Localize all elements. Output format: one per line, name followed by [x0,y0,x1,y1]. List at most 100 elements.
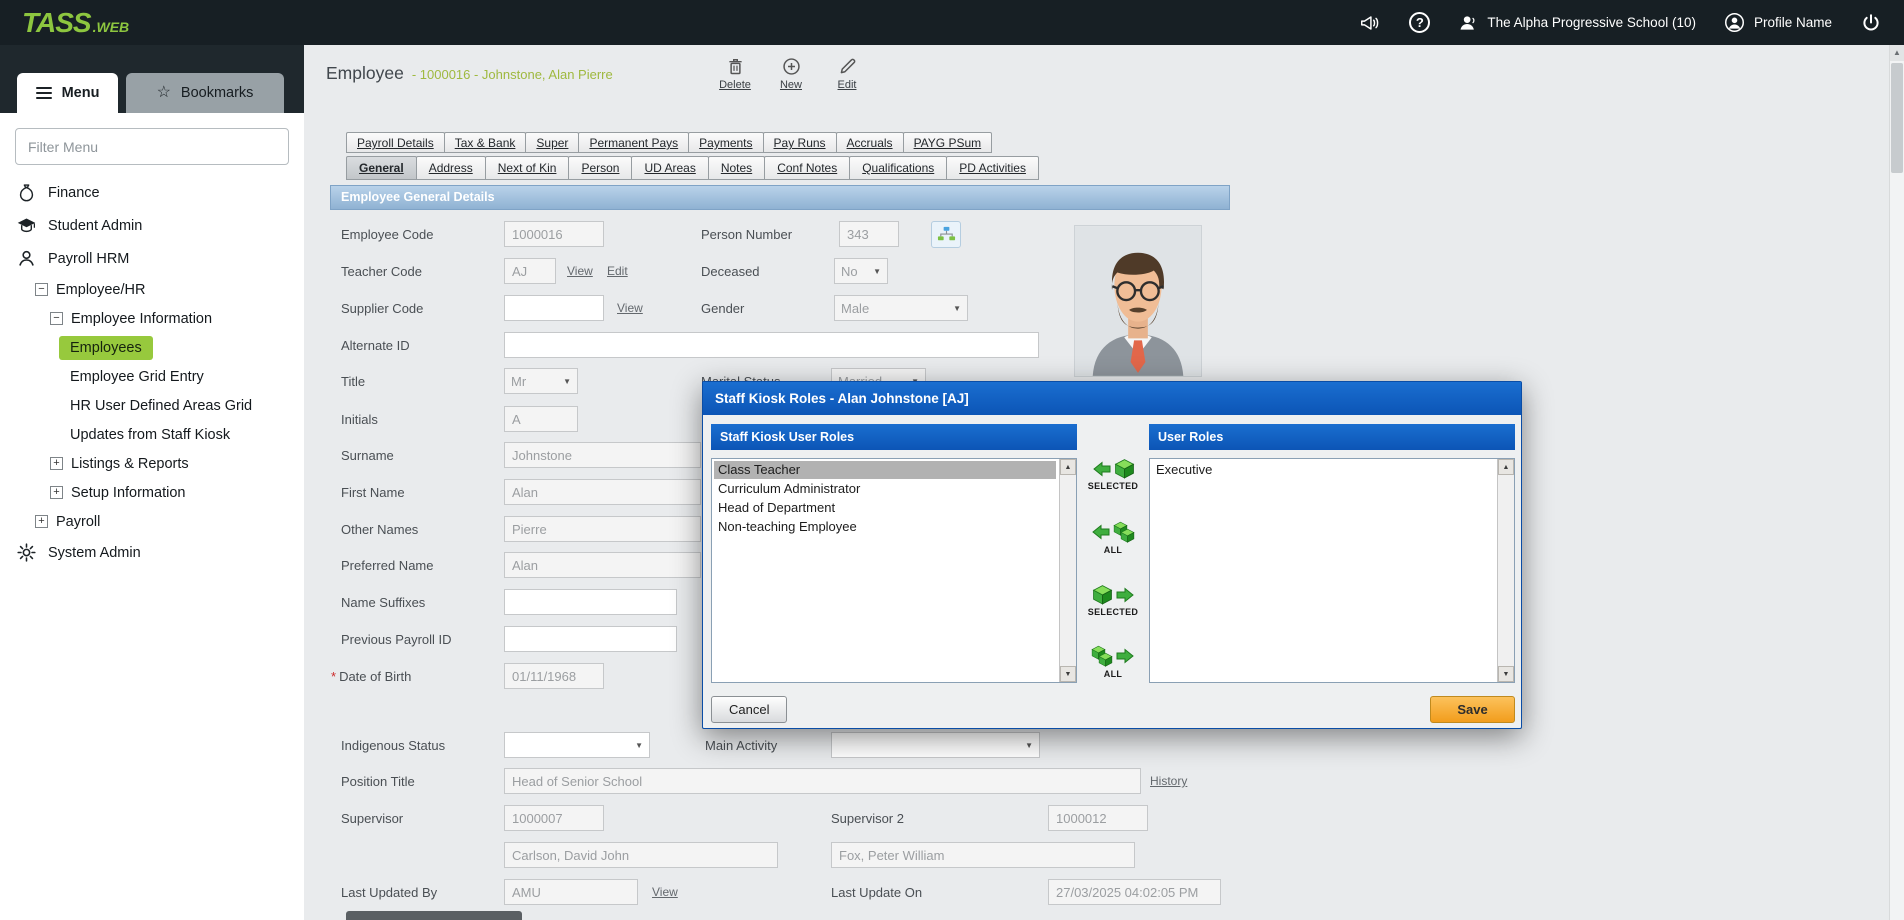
profile-menu[interactable]: Profile Name [1724,12,1832,33]
tab-qualifications[interactable]: Qualifications [849,156,947,180]
sidebar-item-employees[interactable]: Employees [0,333,304,362]
list-item-non-teaching-employee[interactable]: Non-teaching Employee [714,518,1056,536]
previous-payroll-id-input[interactable] [504,626,677,652]
filter-menu-input[interactable] [15,128,289,165]
sidebar-item-employee-information[interactable]: − Employee Information [0,304,304,333]
sidebar-item-finance[interactable]: Finance [0,176,304,209]
move-selected-right-button[interactable]: SELECTED [1084,584,1142,617]
alternate-id-input[interactable] [504,332,1039,358]
bookmarks-tab[interactable]: ☆ Bookmarks [126,73,284,113]
scroll-down-icon[interactable]: ▼ [1060,666,1076,682]
scroll-up-icon[interactable]: ▲ [1890,45,1904,61]
move-selected-left-button[interactable]: SELECTED [1084,458,1142,491]
expand-icon[interactable]: + [50,457,63,470]
name-suffixes-input[interactable] [504,589,677,615]
expand-icon[interactable]: + [35,515,48,528]
other-names-input[interactable] [504,516,701,542]
preferred-name-input[interactable] [504,552,701,578]
tab-accruals[interactable]: Accruals [836,132,904,153]
teacher-code-input[interactable] [504,258,556,284]
last-update-on-input[interactable] [1048,879,1221,905]
graduation-cap-icon [16,215,37,236]
sidebar-item-hr-user-defined-areas-grid[interactable]: HR User Defined Areas Grid [0,391,304,420]
tass-web-logo[interactable]: TASS .WEB [22,7,129,39]
school-switcher[interactable]: The Alpha Progressive School (10) [1458,13,1696,33]
sidebar-item-student-admin[interactable]: Student Admin [0,209,304,242]
tab-ud-areas[interactable]: UD Areas [631,156,708,180]
supervisor2-input[interactable] [1048,805,1148,831]
scroll-down-icon[interactable]: ▼ [1498,666,1514,682]
collapse-icon[interactable]: − [35,283,48,296]
last-updated-by-view-link[interactable]: View [652,879,678,906]
indigenous-status-select[interactable]: ▼ [504,732,650,758]
cancel-button[interactable]: Cancel [711,696,787,723]
position-title-history-link[interactable]: History [1150,768,1187,795]
tab-payroll-details[interactable]: Payroll Details [346,132,445,153]
supervisor-name-input[interactable] [504,842,778,868]
tab-next-of-kin[interactable]: Next of Kin [485,156,570,180]
first-name-input[interactable] [504,479,701,505]
save-button[interactable]: Save [1430,696,1515,723]
employee-code-input[interactable] [504,221,604,247]
list-item-curriculum-administrator[interactable]: Curriculum Administrator [714,480,1056,498]
listbox-scrollbar[interactable]: ▲ ▼ [1497,459,1514,682]
tab-payg-psum[interactable]: PAYG PSum [903,132,993,153]
tab-general[interactable]: General [346,156,417,180]
collapse-icon[interactable]: − [50,312,63,325]
sidebar-item-setup-information[interactable]: + Setup Information [0,478,304,507]
list-item-executive[interactable]: Executive [1152,461,1494,479]
main-activity-select[interactable]: ▼ [831,732,1040,758]
tab-person[interactable]: Person [568,156,632,180]
tab-pay-runs[interactable]: Pay Runs [763,132,837,153]
tab-super[interactable]: Super [525,132,579,153]
vertical-scrollbar[interactable]: ▲ [1889,45,1904,920]
gender-select[interactable]: Male▼ [834,295,968,321]
supervisor2-name-input[interactable] [831,842,1135,868]
org-chart-button[interactable] [931,221,961,248]
expand-icon[interactable]: + [50,486,63,499]
delete-button[interactable]: Delete [712,56,758,91]
tab-conf-notes[interactable]: Conf Notes [764,156,850,180]
teacher-code-edit-link[interactable]: Edit [607,258,628,285]
move-all-right-button[interactable]: ALL [1084,645,1142,679]
list-item-head-of-department[interactable]: Head of Department [714,499,1056,517]
power-icon[interactable] [1860,12,1882,34]
announcements-icon[interactable] [1359,12,1381,34]
move-all-left-button[interactable]: ALL [1084,521,1142,555]
sidebar-item-employee-grid-entry[interactable]: Employee Grid Entry [0,362,304,391]
tab-payments[interactable]: Payments [688,132,763,153]
date-of-birth-input[interactable] [504,663,604,689]
scroll-up-icon[interactable]: ▲ [1060,459,1076,475]
initials-input[interactable] [504,406,578,432]
supplier-code-view-link[interactable]: View [617,295,643,322]
supervisor-input[interactable] [504,805,604,831]
menu-tab[interactable]: Menu [17,73,118,113]
tab-notes[interactable]: Notes [708,156,765,180]
sidebar-item-payroll[interactable]: + Payroll [0,507,304,536]
scroll-up-icon[interactable]: ▲ [1498,459,1514,475]
tab-permanent-pays[interactable]: Permanent Pays [578,132,689,153]
tab-tax-bank[interactable]: Tax & Bank [444,132,527,153]
sidebar-item-updates-from-staff-kiosk[interactable]: Updates from Staff Kiosk [0,420,304,449]
list-item-class-teacher[interactable]: Class Teacher [714,461,1056,479]
listbox-scrollbar[interactable]: ▲ ▼ [1059,459,1076,682]
move-selected-right-icon [1092,584,1135,605]
supplier-code-input[interactable] [504,295,604,321]
teacher-code-view-link[interactable]: View [567,258,593,285]
sidebar-item-listings-reports[interactable]: + Listings & Reports [0,449,304,478]
sidebar-item-system-admin[interactable]: System Admin [0,536,304,569]
sidebar-item-employee-hr[interactable]: − Employee/HR [0,275,304,304]
tab-pd-activities[interactable]: PD Activities [946,156,1039,180]
new-button[interactable]: New [768,56,814,91]
help-icon[interactable]: ? [1409,12,1430,33]
edit-button[interactable]: Edit [824,56,870,91]
last-updated-by-input[interactable] [504,879,638,905]
title-select[interactable]: Mr▼ [504,368,578,394]
tab-address[interactable]: Address [416,156,486,180]
sidebar-item-payroll-hrm[interactable]: Payroll HRM [0,242,304,275]
scrollbar-thumb[interactable] [1891,63,1903,173]
deceased-select[interactable]: No▼ [834,258,888,284]
person-number-input[interactable] [839,221,899,247]
surname-input[interactable] [504,442,701,468]
position-title-input[interactable] [504,768,1141,794]
